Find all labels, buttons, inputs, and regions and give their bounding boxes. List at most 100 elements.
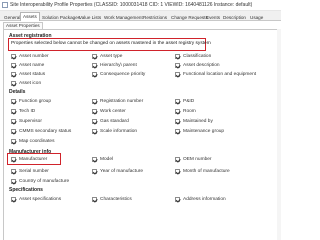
checkbox-scale-information[interactable]: Scale information xyxy=(92,129,137,134)
registry-info-text: Properties selected below cannot be chan… xyxy=(11,41,211,46)
checkbox-functional-location[interactable]: Functional location and equipment xyxy=(175,72,256,77)
checkbox-function-group[interactable]: Function group xyxy=(11,99,51,104)
checkbox-box[interactable] xyxy=(11,179,16,184)
checkbox-tech-id[interactable]: Tech ID xyxy=(11,109,35,114)
subtab-bar: Asset Properties xyxy=(0,21,281,29)
group-title-specifications: Specifications xyxy=(9,187,43,193)
checkbox-box[interactable] xyxy=(92,63,97,68)
tab-restrictions[interactable]: Restrictions xyxy=(140,13,170,21)
checkbox-box[interactable] xyxy=(11,54,16,59)
checkbox-label: Tech ID xyxy=(19,109,36,114)
checkbox-pid[interactable]: P&ID xyxy=(175,99,194,104)
checkbox-label: Asset number xyxy=(19,54,49,59)
checkbox-address-information[interactable]: Address information xyxy=(175,197,226,202)
checkbox-label: Asset specifications xyxy=(19,197,62,202)
checkbox-box[interactable] xyxy=(11,197,16,202)
checkbox-asset-number[interactable]: Asset number xyxy=(11,54,49,59)
checkbox-box[interactable] xyxy=(175,63,180,68)
checkbox-label: Consequence priority xyxy=(100,72,146,77)
checkbox-box[interactable] xyxy=(11,129,16,134)
checkbox-label: Asset description xyxy=(183,63,220,68)
checkbox-box[interactable] xyxy=(11,109,16,114)
checkbox-serial-number[interactable]: Serial number xyxy=(11,169,49,174)
checkbox-box[interactable] xyxy=(175,129,180,134)
checkbox-asset-description[interactable]: Asset description xyxy=(175,63,220,68)
checkbox-asset-icon[interactable]: Asset icon xyxy=(11,81,41,86)
window-icon xyxy=(2,2,8,8)
checkbox-box[interactable] xyxy=(92,157,97,162)
checkbox-hierarchy-parent[interactable]: Hierarchy\ parent xyxy=(92,63,137,68)
checkbox-box[interactable] xyxy=(175,197,180,202)
checkbox-box[interactable] xyxy=(175,157,180,162)
checkbox-box[interactable] xyxy=(11,169,16,174)
checkbox-work-center[interactable]: Work center xyxy=(92,109,126,114)
checkbox-label: Serial number xyxy=(19,169,49,174)
checkbox-consequence-priority[interactable]: Consequence priority xyxy=(92,72,145,77)
checkbox-box[interactable] xyxy=(92,119,97,124)
checkbox-characteristics[interactable]: Characteristics xyxy=(92,197,132,202)
tab-usage[interactable]: Usage xyxy=(247,13,266,21)
checkbox-box[interactable] xyxy=(175,99,180,104)
checkbox-maintained-by[interactable]: Maintained by xyxy=(175,119,213,124)
subtab-asset-properties[interactable]: Asset Properties xyxy=(3,22,43,29)
vertical-scrollbar[interactable] xyxy=(277,29,281,240)
checkbox-label: Map coordinates xyxy=(19,139,55,144)
checkbox-label: Model xyxy=(100,157,114,162)
checkbox-oem-number[interactable]: OEM number xyxy=(175,157,212,162)
checkbox-box[interactable] xyxy=(11,119,16,124)
checkbox-label: Asset status xyxy=(19,72,46,77)
checkbox-asset-specifications[interactable]: Asset specifications xyxy=(11,197,61,202)
checkbox-box[interactable] xyxy=(92,109,97,114)
checkbox-month-of-manufacture[interactable]: Month of manufacture xyxy=(175,169,230,174)
checkbox-box[interactable] xyxy=(175,109,180,114)
checkbox-year-of-manufacture[interactable]: Year of manufacture xyxy=(92,169,143,174)
checkbox-box[interactable] xyxy=(175,169,180,174)
checkbox-classification[interactable]: Classification xyxy=(175,54,211,59)
checkbox-label: Gas standard xyxy=(100,119,129,124)
checkbox-asset-type[interactable]: Asset type xyxy=(92,54,122,59)
group-title-details: Details xyxy=(9,89,26,95)
checkbox-box[interactable] xyxy=(92,197,97,202)
checkbox-asset-status[interactable]: Asset status xyxy=(11,72,45,77)
checkbox-registration-number[interactable]: Registration number xyxy=(92,99,143,104)
checkbox-label: Maintained by xyxy=(183,119,213,124)
checkbox-label: CMMS secondary status xyxy=(19,129,72,134)
checkbox-model[interactable]: Model xyxy=(92,157,113,162)
checkbox-maintenance-group[interactable]: Maintenance group xyxy=(175,129,224,134)
checkbox-label: Manufacturer xyxy=(19,157,48,162)
checkbox-box[interactable] xyxy=(11,72,16,77)
tab-description[interactable]: Description xyxy=(220,13,249,21)
checkbox-gas-standard[interactable]: Gas standard xyxy=(92,119,129,124)
checkbox-box[interactable] xyxy=(92,99,97,104)
checkbox-box[interactable] xyxy=(175,119,180,124)
window-title: Site Interoperability Profile Properties… xyxy=(10,2,253,8)
checkbox-box[interactable] xyxy=(11,81,16,86)
checkbox-box[interactable] xyxy=(92,169,97,174)
checkbox-manufacturer[interactable]: Manufacturer xyxy=(11,157,47,162)
checkbox-label: Asset icon xyxy=(19,81,42,86)
checkbox-box[interactable] xyxy=(175,72,180,77)
checkbox-box[interactable] xyxy=(92,54,97,59)
checkbox-asset-name[interactable]: Asset name xyxy=(11,63,44,68)
checkbox-cmms-secondary-status[interactable]: CMMS secondary status xyxy=(11,129,71,134)
checkbox-box[interactable] xyxy=(11,63,16,68)
title-bar: Site Interoperability Profile Properties… xyxy=(0,0,281,11)
checkbox-box[interactable] xyxy=(11,157,16,162)
checkbox-label: Hierarchy\ parent xyxy=(100,63,137,68)
checkbox-box[interactable] xyxy=(11,99,16,104)
checkbox-label: Address information xyxy=(183,197,226,202)
checkbox-label: Classification xyxy=(183,54,212,59)
checkbox-box[interactable] xyxy=(92,72,97,77)
checkbox-label: Asset type xyxy=(100,54,123,59)
checkbox-label: Month of manufacture xyxy=(183,169,230,174)
checkbox-box[interactable] xyxy=(92,129,97,134)
checkbox-supervisor[interactable]: Supervisor xyxy=(11,119,42,124)
checkbox-map-coordinates[interactable]: Map coordinates xyxy=(11,139,54,144)
checkbox-box[interactable] xyxy=(175,54,180,59)
checkbox-label: Room xyxy=(183,109,196,114)
tab-value-lists[interactable]: Value Lists xyxy=(76,13,104,21)
checkbox-box[interactable] xyxy=(11,139,16,144)
checkbox-label: Maintenance group xyxy=(183,129,225,134)
checkbox-country-of-manufacture[interactable]: Country of manufacture xyxy=(11,179,69,184)
checkbox-room[interactable]: Room xyxy=(175,109,196,114)
